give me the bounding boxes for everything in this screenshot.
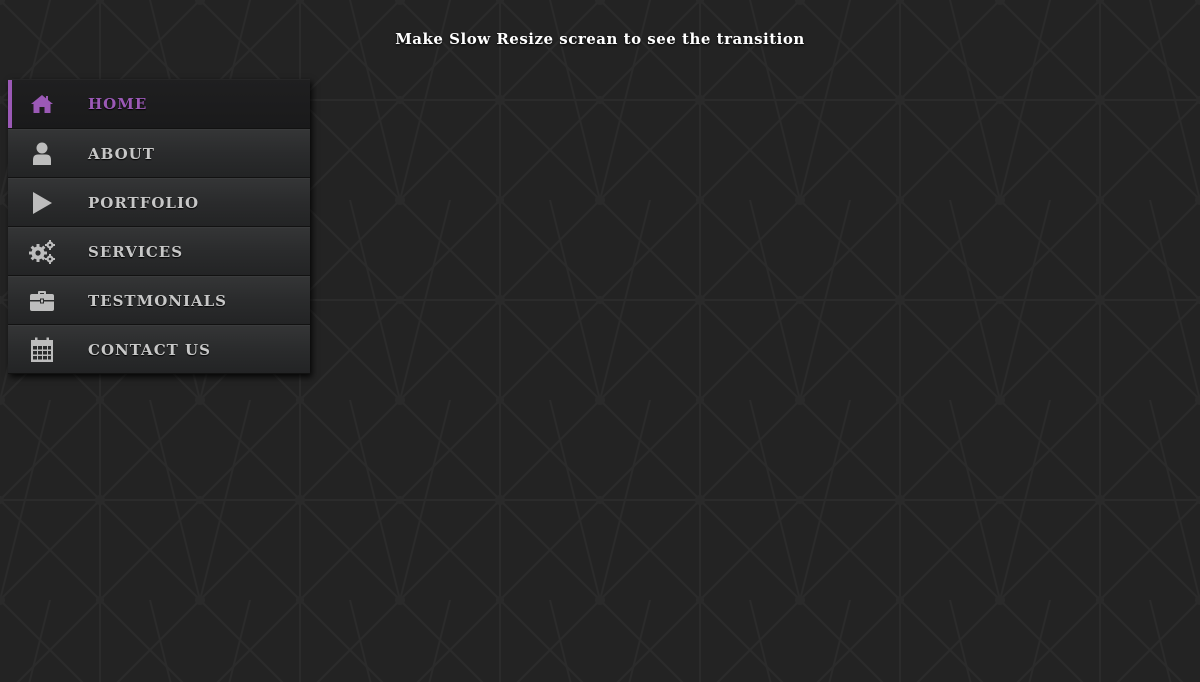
play-icon — [28, 189, 56, 217]
menu-item-about[interactable]: ABOUT — [8, 129, 310, 178]
menu-item-testimonials[interactable]: TESTMONIALS — [8, 276, 310, 325]
menu-item-services[interactable]: SERVICES — [8, 227, 310, 276]
menu-item-contact[interactable]: CONTACT US — [8, 325, 310, 374]
home-icon — [28, 90, 56, 118]
briefcase-icon — [28, 287, 56, 315]
user-icon — [28, 140, 56, 168]
menu-item-label: CONTACT US — [88, 340, 211, 359]
calendar-icon — [28, 336, 56, 364]
menu-item-label: SERVICES — [88, 242, 184, 261]
transition-hint-banner: Make Slow Resize screan to see the trans… — [395, 30, 805, 48]
menu-item-label: ABOUT — [88, 144, 155, 163]
menu-item-home[interactable]: HOME — [8, 79, 310, 129]
gears-icon — [28, 238, 56, 266]
menu-item-label: HOME — [88, 95, 148, 113]
menu-item-label: TESTMONIALS — [88, 291, 228, 310]
menu-item-portfolio[interactable]: PORTFOLIO — [8, 178, 310, 227]
sidebar-menu: HOME ABOUT PORTFOLIO SERVICES TESTMONIAL… — [8, 79, 310, 374]
menu-item-label: PORTFOLIO — [88, 193, 200, 212]
